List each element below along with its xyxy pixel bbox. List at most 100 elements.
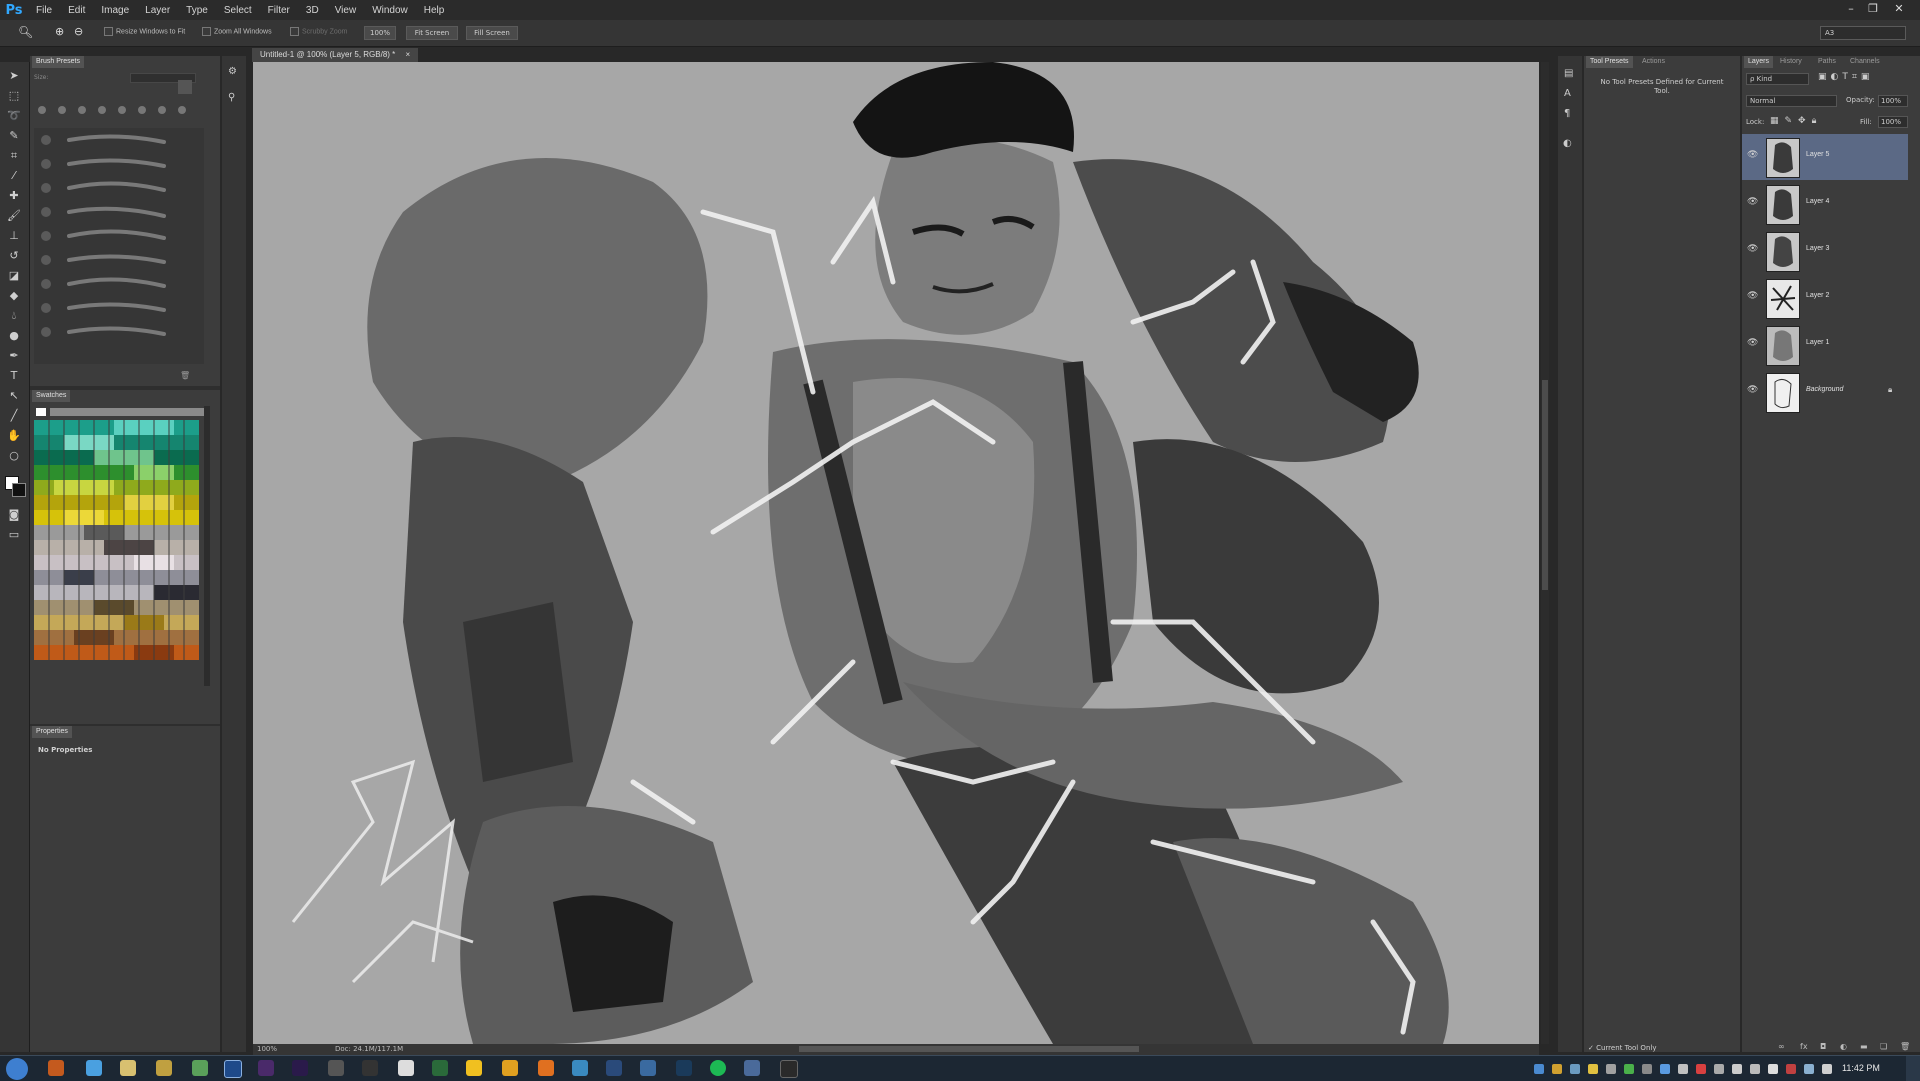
tab-actions[interactable]: Actions — [1638, 56, 1669, 68]
menu-layer[interactable]: Layer — [137, 5, 178, 16]
tab-paths[interactable]: Paths — [1814, 56, 1840, 68]
clone-source-icon[interactable]: ⚲ — [228, 92, 235, 103]
resize-windows-checkbox[interactable]: Resize Windows to Fit — [104, 27, 185, 36]
tab-properties[interactable]: Properties — [32, 726, 72, 738]
link-layers-icon[interactable]: ∞ — [1778, 1042, 1785, 1051]
lasso-tool-icon[interactable]: ➰ — [6, 108, 22, 124]
fit-screen-button[interactable]: Fit Screen — [406, 26, 458, 40]
tray-icon[interactable] — [1534, 1064, 1544, 1074]
taskbar-firefox-icon[interactable] — [48, 1060, 64, 1076]
tray-icon[interactable] — [1624, 1064, 1634, 1074]
blend-mode-select[interactable]: Normal — [1746, 95, 1837, 107]
crop-tool-icon[interactable]: ⌗ — [6, 148, 22, 164]
workspace-switcher[interactable]: A3 — [1820, 26, 1906, 40]
tray-icon[interactable] — [1570, 1064, 1580, 1074]
restore-button[interactable]: ❐ — [1862, 0, 1884, 18]
zoom-tool-icon[interactable]: ○ — [6, 448, 22, 464]
layer-row-layer-3[interactable]: 👁︎ Layer 3 — [1742, 228, 1908, 274]
start-button[interactable] — [6, 1058, 28, 1080]
tab-tool-presets[interactable]: Tool Presets — [1586, 56, 1633, 68]
menu-help[interactable]: Help — [416, 5, 453, 16]
tab-brush-presets[interactable]: Brush Presets — [32, 56, 84, 68]
taskbar-folder-icon[interactable] — [156, 1060, 172, 1076]
menu-3d[interactable]: 3D — [298, 5, 327, 16]
vertical-scroll-thumb[interactable] — [1542, 380, 1548, 590]
taskbar-photoshop-icon[interactable] — [224, 1060, 242, 1078]
brush-tool-icon[interactable]: 🖌︎ — [6, 208, 22, 224]
horizontal-scroll-thumb[interactable] — [799, 1046, 1139, 1052]
eyedropper-tool-icon[interactable]: ⁄ — [6, 168, 22, 184]
healing-brush-icon[interactable]: ✚ — [6, 188, 22, 204]
tray-icon[interactable] — [1660, 1064, 1670, 1074]
taskbar-app3-icon[interactable] — [362, 1060, 378, 1076]
marquee-tool-icon[interactable]: ⬚ — [6, 88, 22, 104]
history-brush-icon[interactable]: ↺ — [6, 248, 22, 264]
taskbar-app6-icon[interactable] — [502, 1060, 518, 1076]
eraser-tool-icon[interactable]: ◪ — [6, 268, 22, 284]
opacity-field[interactable]: 100% — [1878, 95, 1908, 107]
character-panel-icon[interactable]: A — [1564, 88, 1571, 99]
tray-icon[interactable] — [1804, 1064, 1814, 1074]
layer-row-layer-2[interactable]: 👁︎ Layer 2 — [1742, 275, 1908, 321]
tray-icon[interactable] — [1552, 1064, 1562, 1074]
taskbar-app10-icon[interactable] — [640, 1060, 656, 1076]
menu-select[interactable]: Select — [216, 5, 260, 16]
taskbar-premiere-icon[interactable] — [258, 1060, 274, 1076]
blur-tool-icon[interactable]: 💧︎ — [6, 308, 22, 324]
visibility-eye-icon[interactable]: 👁︎ — [1747, 338, 1759, 348]
dodge-tool-icon[interactable]: ● — [6, 328, 22, 344]
zoom-all-checkbox[interactable]: Zoom All Windows — [202, 27, 272, 36]
canvas[interactable] — [253, 62, 1539, 1044]
tray-icon[interactable] — [1642, 1064, 1652, 1074]
taskbar-steam-icon[interactable] — [676, 1060, 692, 1076]
quick-select-tool-icon[interactable]: ✎ — [6, 128, 22, 144]
lock-icons[interactable]: ▦✎✥🔒︎ — [1770, 116, 1822, 126]
background-color-swatch[interactable] — [12, 483, 26, 497]
fill-screen-button[interactable]: Fill Screen — [466, 26, 518, 40]
visibility-eye-icon[interactable]: 👁︎ — [1747, 385, 1759, 395]
menu-image[interactable]: Image — [93, 5, 137, 16]
visibility-eye-icon[interactable]: 👁︎ — [1747, 291, 1759, 301]
clone-stamp-icon[interactable]: ⊥ — [6, 228, 22, 244]
brush-strokes-list[interactable] — [34, 128, 204, 364]
tray-icon[interactable] — [1714, 1064, 1724, 1074]
scrubby-zoom-checkbox[interactable]: Scrubby Zoom — [290, 27, 348, 36]
add-mask-icon[interactable]: ◘ — [1820, 1042, 1826, 1051]
paragraph-panel-icon[interactable]: ¶ — [1564, 108, 1570, 119]
quick-mask-icon[interactable]: ◙ — [6, 507, 22, 523]
tray-icon[interactable] — [1678, 1064, 1688, 1074]
layer-row-layer-4[interactable]: 👁︎ Layer 4 — [1742, 181, 1908, 227]
brush-panel-icon[interactable]: ⚙ — [228, 66, 237, 77]
taskbar-app5-icon[interactable] — [432, 1060, 448, 1076]
menu-filter[interactable]: Filter — [260, 5, 298, 16]
taskbar-aftereffects-icon[interactable] — [292, 1060, 308, 1076]
fx-icon[interactable]: fx — [1800, 1042, 1808, 1051]
tab-layers[interactable]: Layers — [1744, 56, 1774, 68]
tray-icon[interactable] — [1786, 1064, 1796, 1074]
filter-icons[interactable]: ▣◐T⌗▣ — [1818, 72, 1873, 82]
clock[interactable]: 11:42 PM — [1842, 1063, 1880, 1073]
taskbar-app2-icon[interactable] — [328, 1060, 344, 1076]
minimize-button[interactable]: – — [1840, 0, 1862, 18]
layer-row-layer-1[interactable]: 👁︎ Layer 1 — [1742, 322, 1908, 368]
menu-type[interactable]: Type — [178, 5, 216, 16]
volume-icon[interactable] — [1732, 1064, 1742, 1074]
zoom-100-button[interactable]: 100% — [364, 26, 396, 40]
taskbar-app7-icon[interactable] — [538, 1060, 554, 1076]
close-document-icon[interactable]: × — [406, 50, 411, 59]
fill-field[interactable]: 100% — [1878, 116, 1908, 128]
swatches-scrollbar[interactable] — [204, 406, 210, 686]
tab-channels[interactable]: Channels — [1846, 56, 1884, 68]
doc-size-readout[interactable]: Doc: 24.1M/117.1M — [335, 1045, 403, 1053]
menu-edit[interactable]: Edit — [60, 5, 93, 16]
paint-bucket-icon[interactable]: ◆ — [6, 288, 22, 304]
taskbar-spotify-icon[interactable] — [710, 1060, 726, 1076]
new-layer-icon[interactable]: ❏ — [1880, 1042, 1887, 1051]
tab-history[interactable]: History — [1776, 56, 1806, 68]
path-select-icon[interactable]: ↖ — [6, 388, 22, 404]
zoom-in-icon[interactable]: ⊕ — [55, 25, 64, 38]
delete-layer-icon[interactable]: 🗑︎ — [1900, 1042, 1910, 1051]
type-tool-icon[interactable]: T — [6, 368, 22, 384]
taskbar-explorer-icon[interactable] — [120, 1060, 136, 1076]
tray-icon[interactable] — [1588, 1064, 1598, 1074]
